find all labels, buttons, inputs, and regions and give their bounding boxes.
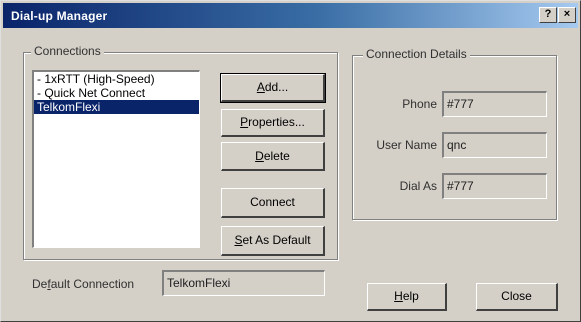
list-item[interactable]: - Quick Net Connect: [34, 86, 199, 100]
user-name-field: qnc: [442, 132, 547, 158]
default-connection-field: TelkomFlexi: [162, 270, 325, 296]
set-as-default-button-label: Set As Default: [234, 233, 311, 247]
dial-as-label: Dial As: [399, 179, 437, 193]
phone-label: Phone: [402, 97, 437, 111]
title-bar[interactable]: Dial-up Manager ? ×: [3, 3, 578, 28]
connect-button[interactable]: Connect: [221, 188, 325, 218]
dial-as-field: #777: [442, 173, 547, 199]
dialup-manager-dialog: Dial-up Manager ? × Connections - 1xRTT …: [0, 0, 581, 322]
default-connection-label: Default Connection: [32, 277, 135, 291]
help-button-label: Help: [394, 289, 419, 303]
close-button-label: Close: [501, 289, 532, 303]
list-item[interactable]: - 1xRTT (High-Speed): [34, 72, 199, 86]
user-name-label: User Name: [376, 138, 437, 152]
properties-button-label: Properties...: [240, 115, 305, 129]
delete-button[interactable]: Delete: [221, 142, 325, 171]
window-title: Dial-up Manager: [11, 9, 108, 23]
list-item[interactable]: TelkomFlexi: [34, 100, 199, 114]
help-button[interactable]: Help: [367, 283, 447, 311]
close-icon: ×: [563, 8, 571, 20]
set-as-default-button[interactable]: Set As Default: [221, 226, 325, 256]
close-title-button[interactable]: ×: [558, 7, 576, 23]
connections-list[interactable]: - 1xRTT (High-Speed) - Quick Net Connect…: [32, 70, 200, 248]
close-button[interactable]: Close: [476, 283, 558, 311]
connection-details-group-label: Connection Details: [363, 47, 470, 61]
delete-button-label: Delete: [255, 149, 290, 163]
connections-group-label: Connections: [31, 44, 104, 58]
phone-field: #777: [442, 91, 547, 117]
properties-button[interactable]: Properties...: [221, 109, 325, 137]
connect-button-label: Connect: [250, 195, 295, 209]
help-title-button[interactable]: ?: [539, 7, 557, 23]
question-mark-icon: ?: [544, 8, 552, 20]
add-button[interactable]: Add...: [220, 73, 326, 103]
add-button-label: Add...: [256, 80, 289, 94]
